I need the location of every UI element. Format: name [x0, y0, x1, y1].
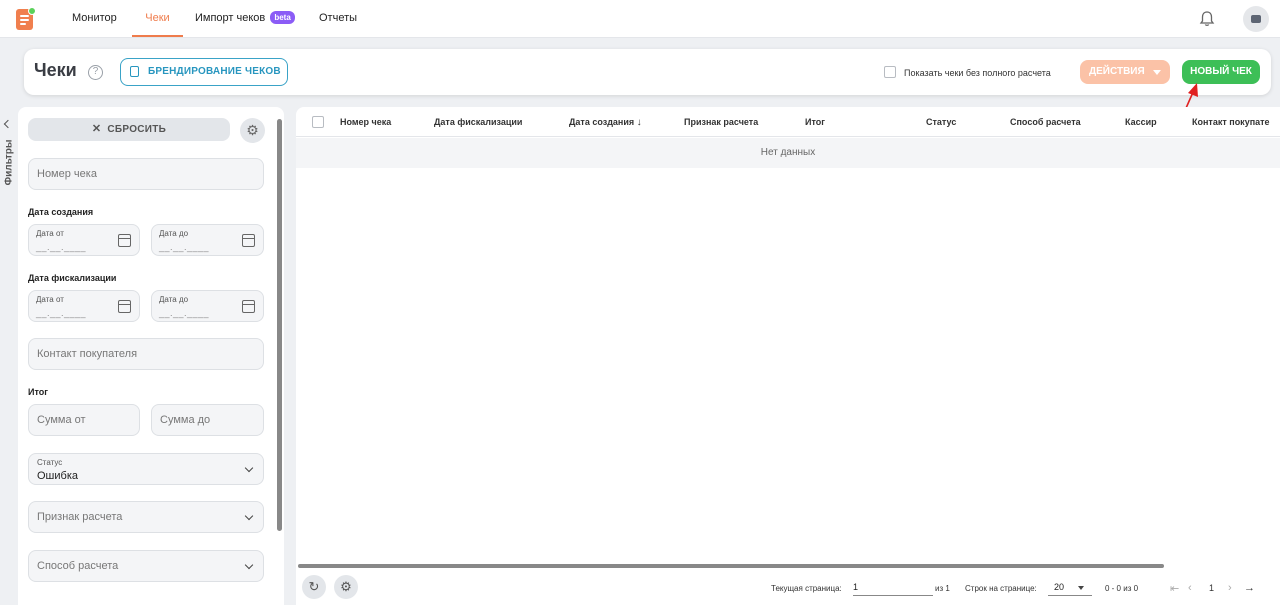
sum-from-input[interactable]: Сумма от: [28, 404, 140, 436]
first-page-icon[interactable]: ⇤: [1170, 582, 1179, 595]
beta-badge: beta: [270, 11, 295, 24]
date-to-label: Дата до: [159, 229, 189, 238]
buyer-contact-input[interactable]: Контакт покупателя: [28, 338, 264, 370]
date-mask: __.__.____: [159, 242, 210, 252]
date-to-label: Дата до: [159, 295, 189, 304]
top-navigation: Монитор Чеки Импорт чеков beta Отчеты: [0, 0, 1280, 38]
calendar-icon[interactable]: [118, 234, 131, 247]
filters-tab[interactable]: Фильтры: [0, 107, 18, 605]
calendar-icon[interactable]: [242, 300, 255, 313]
payment-method-select[interactable]: Способ расчета: [28, 550, 264, 582]
page-header: Чеки ? БРЕНДИРОВАНИЕ ЧЕКОВ Показать чеки…: [24, 49, 1271, 95]
total-pages-label: из 1: [935, 584, 950, 593]
created-date-header-label: Дата создания: [569, 117, 635, 127]
nav-receipts[interactable]: Чеки: [132, 0, 183, 37]
fiscal-date-from[interactable]: Дата от __.__.____: [28, 290, 140, 322]
column-buyer-contact[interactable]: Контакт покупате: [1192, 117, 1270, 127]
user-avatar[interactable]: [1243, 6, 1269, 32]
total-section: Итог: [28, 387, 49, 397]
branding-button-label: БРЕНДИРОВАНИЕ ЧЕКОВ: [148, 66, 281, 77]
column-status[interactable]: Статус: [926, 117, 956, 127]
status-label: Статус: [37, 458, 63, 467]
created-date-section: Дата создания: [28, 207, 94, 217]
show-incomplete-checkbox[interactable]: [884, 66, 896, 78]
current-page-input[interactable]: 1: [853, 581, 933, 596]
show-incomplete-label: Показать чеки без полного расчета: [904, 68, 1051, 78]
branding-receipts-button[interactable]: БРЕНДИРОВАНИЕ ЧЕКОВ: [120, 58, 288, 86]
brush-icon: [130, 66, 139, 77]
chevron-down-icon: [244, 560, 254, 570]
range-text: 0 - 0 из 0: [1105, 584, 1139, 593]
last-page-icon[interactable]: →: [1244, 582, 1255, 594]
nav-monitor[interactable]: Монитор: [72, 0, 117, 37]
date-mask: __.__.____: [36, 242, 87, 252]
close-icon: ✕: [91, 123, 102, 135]
next-page-icon[interactable]: ›: [1228, 582, 1232, 594]
column-cashier[interactable]: Кассир: [1125, 117, 1157, 127]
sort-arrow-icon[interactable]: ↓: [637, 117, 642, 128]
chevron-left-icon[interactable]: [3, 119, 13, 129]
column-created-date[interactable]: Дата создания ↓: [569, 117, 642, 128]
page-title: Чеки: [34, 60, 77, 80]
status-select[interactable]: Статус Ошибка: [28, 453, 264, 485]
buyer-contact-placeholder: Контакт покупателя: [37, 348, 138, 360]
rows-per-page-select[interactable]: 20: [1048, 581, 1092, 596]
receipts-table-panel: Номер чека Дата фискализации Дата создан…: [296, 107, 1280, 605]
column-payment-method[interactable]: Способ расчета: [1010, 117, 1081, 127]
caret-down-icon: [1078, 586, 1084, 590]
app-logo-icon[interactable]: [16, 7, 36, 31]
filters-panel: ✕ СБРОСИТЬ ⚙ Номер чека Дата создания Дат…: [18, 107, 284, 605]
sum-from-placeholder: Сумма от: [37, 414, 86, 426]
fiscal-date-section: Дата фискализации: [28, 273, 117, 283]
nav-reports[interactable]: Отчеты: [319, 0, 357, 37]
column-payment-sign[interactable]: Признак расчета: [684, 117, 758, 127]
payment-sign-placeholder: Признак расчета: [37, 511, 123, 523]
reset-filters-button[interactable]: ✕ СБРОСИТЬ: [28, 118, 230, 141]
sum-to-input[interactable]: Сумма до: [151, 404, 264, 436]
status-value: Ошибка: [37, 470, 78, 482]
sum-to-placeholder: Сумма до: [160, 414, 211, 426]
page-number[interactable]: 1: [1209, 583, 1214, 593]
table-horizontal-scrollbar[interactable]: [298, 564, 1164, 568]
receipt-number-input[interactable]: Номер чека: [28, 158, 264, 190]
help-icon[interactable]: ?: [88, 65, 103, 80]
table-header: Номер чека Дата фискализации Дата создан…: [296, 107, 1280, 137]
created-date-to[interactable]: Дата до __.__.____: [151, 224, 264, 256]
rows-per-page-value: 20: [1054, 582, 1065, 592]
nav-import-label: Импорт чеков: [195, 12, 266, 24]
column-fiscal-date[interactable]: Дата фискализации: [434, 117, 522, 127]
filters-tab-label: Фильтры: [3, 139, 15, 186]
calendar-icon[interactable]: [242, 234, 255, 247]
camera-icon: [1251, 15, 1261, 23]
date-from-label: Дата от: [36, 229, 64, 238]
fiscal-date-to[interactable]: Дата до __.__.____: [151, 290, 264, 322]
caret-down-icon: [1153, 70, 1161, 75]
gear-icon[interactable]: ⚙: [334, 575, 358, 599]
nav-import-receipts[interactable]: Импорт чеков beta: [195, 0, 295, 37]
date-from-label: Дата от: [36, 295, 64, 304]
actions-button-label: ДЕЙСТВИЯ: [1089, 66, 1145, 77]
column-total[interactable]: Итог: [805, 117, 825, 127]
rows-per-page-label: Строк на странице:: [965, 584, 1037, 593]
filters-scrollbar[interactable]: [277, 119, 282, 531]
column-receipt-number[interactable]: Номер чека: [340, 117, 391, 127]
empty-table-message: Нет данных: [296, 138, 1280, 168]
refresh-icon[interactable]: ↻: [302, 575, 326, 599]
table-footer: ↻ ⚙ Текущая страница: 1 из 1 Строк на ст…: [296, 572, 1280, 605]
select-all-checkbox[interactable]: [312, 116, 324, 128]
prev-page-icon[interactable]: ‹: [1188, 582, 1192, 594]
calendar-icon[interactable]: [118, 300, 131, 313]
chevron-down-icon: [244, 511, 254, 521]
receipt-number-placeholder: Номер чека: [37, 168, 97, 180]
date-mask: __.__.____: [159, 308, 210, 318]
current-page-label: Текущая страница:: [771, 584, 842, 593]
date-mask: __.__.____: [36, 308, 87, 318]
bell-icon[interactable]: [1199, 10, 1215, 27]
payment-sign-select[interactable]: Признак расчета: [28, 501, 264, 533]
reset-label: СБРОСИТЬ: [107, 124, 167, 135]
gear-icon[interactable]: ⚙: [240, 118, 265, 143]
created-date-from[interactable]: Дата от __.__.____: [28, 224, 140, 256]
chevron-down-icon: [244, 463, 254, 473]
payment-method-placeholder: Способ расчета: [37, 560, 119, 572]
